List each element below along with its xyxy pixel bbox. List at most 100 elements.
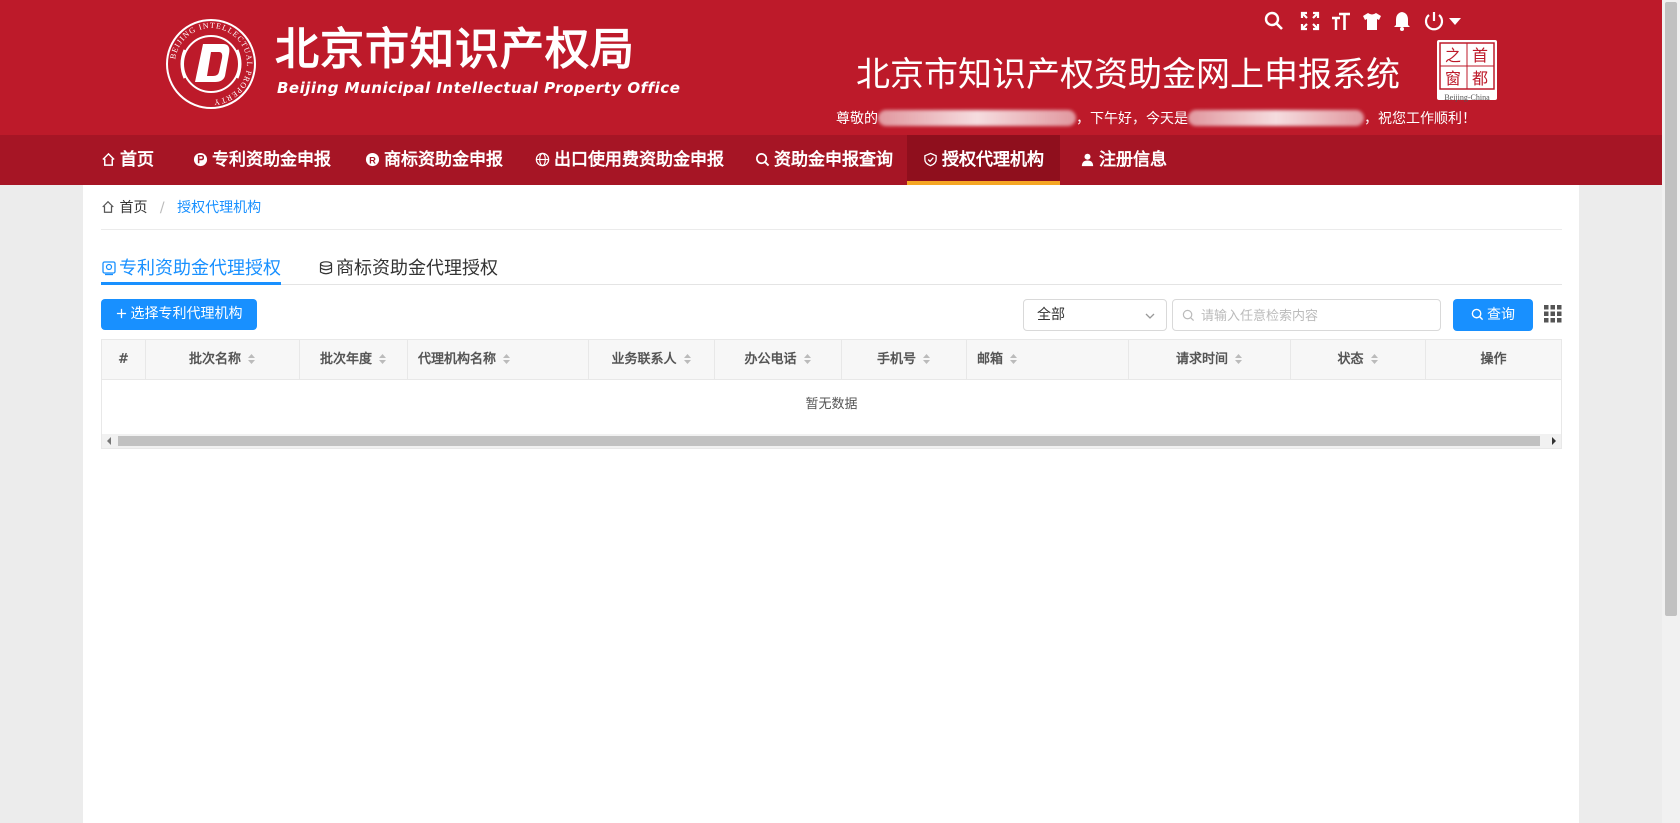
- plus-icon: [116, 308, 126, 319]
- svg-text:之: 之: [1445, 46, 1461, 65]
- col-batch-year[interactable]: 批次年度: [300, 340, 408, 379]
- nav-item-home[interactable]: 首页: [101, 135, 154, 185]
- tabs-divider: [101, 284, 1562, 285]
- chevron-down-icon: [1145, 313, 1155, 319]
- patent-icon: [193, 152, 208, 167]
- sort-icon: [1370, 354, 1378, 364]
- greeting-suffix: ，祝您工作顺利！: [1364, 111, 1476, 127]
- sort-icon: [803, 354, 811, 364]
- search-icon[interactable]: [1263, 10, 1285, 32]
- col-office-phone[interactable]: 办公电话: [715, 340, 842, 379]
- svg-text:首: 首: [1472, 46, 1488, 65]
- query-button[interactable]: 查询: [1453, 299, 1533, 331]
- redacted-date: [1188, 110, 1364, 126]
- search-icon: [1471, 308, 1484, 321]
- breadcrumb-separator: /: [159, 200, 165, 216]
- sort-icon: [1010, 354, 1018, 364]
- query-button-label: 查询: [1487, 307, 1515, 323]
- sort-icon: [1235, 354, 1242, 364]
- nav-item-query[interactable]: 资助金申报查询: [755, 135, 893, 185]
- scroll-left-icon[interactable]: [105, 437, 113, 445]
- home-icon: [102, 152, 115, 166]
- sort-icon: [683, 354, 691, 364]
- trademark-icon: R: [365, 152, 380, 167]
- breadcrumb-current: 授权代理机构: [177, 200, 262, 216]
- svg-text:都: 都: [1472, 69, 1488, 88]
- patent-doc-icon: [102, 261, 116, 276]
- nav-item-registration[interactable]: 注册信息: [1080, 135, 1167, 185]
- col-status[interactable]: 状态: [1291, 340, 1426, 379]
- col-email[interactable]: 邮箱: [967, 340, 1129, 379]
- greeting-middle: ，下午好，今天是: [1076, 111, 1188, 127]
- col-mobile[interactable]: 手机号: [842, 340, 967, 379]
- nav-item-label: 商标资助金申报: [384, 150, 503, 170]
- breadcrumb-home[interactable]: 首页: [119, 200, 147, 216]
- capital-window-en: Beijing-China: [1444, 93, 1490, 102]
- col-business-contact[interactable]: 业务联系人: [589, 340, 715, 379]
- nav-item-label: 注册信息: [1099, 150, 1167, 170]
- tab-patent-agency-authorization[interactable]: 专利资助金代理授权: [101, 254, 281, 280]
- nav-item-label: 专利资助金申报: [212, 150, 331, 170]
- user-icon: [1081, 153, 1094, 167]
- home-icon: [102, 200, 114, 213]
- breadcrumb-divider: [101, 229, 1562, 230]
- tab-label: 专利资助金代理授权: [119, 258, 281, 279]
- theme-shirt-icon[interactable]: [1361, 10, 1383, 32]
- col-request-time[interactable]: 请求时间: [1129, 340, 1291, 379]
- greeting-prefix: 尊敬的: [836, 111, 878, 127]
- capital-window-logo: 首 都 之 窗: [1439, 42, 1495, 90]
- sort-icon: [379, 354, 386, 364]
- search-box: [1172, 299, 1441, 332]
- status-filter-select[interactable]: 全部: [1023, 299, 1167, 331]
- search-input[interactable]: [1199, 300, 1439, 332]
- nav-item-label: 授权代理机构: [942, 150, 1044, 170]
- scroll-right-icon[interactable]: [1550, 437, 1558, 445]
- col-index: #: [102, 340, 146, 379]
- header: BEIJING INTELLECTUAL PROPERTY 北京市知识产权局 B…: [0, 0, 1662, 135]
- font-size-icon[interactable]: [1330, 10, 1352, 32]
- search-icon: [756, 153, 770, 167]
- fullscreen-icon[interactable]: [1299, 10, 1321, 32]
- redacted-user-name: [878, 110, 1076, 126]
- col-agency-name[interactable]: 代理机构名称: [408, 340, 589, 379]
- tab-trademark-agency-authorization[interactable]: 商标资助金代理授权: [318, 254, 498, 280]
- capital-window-badge: 首 都 之 窗 Beijing-China: [1437, 40, 1497, 102]
- col-batch-name[interactable]: 批次名称: [146, 340, 300, 379]
- select-patent-agency-button[interactable]: 选择专利代理机构: [101, 299, 257, 330]
- svg-text:窗: 窗: [1445, 69, 1461, 88]
- nav-item-label: 资助金申报查询: [774, 150, 893, 170]
- grid-view-icon[interactable]: [1544, 305, 1562, 323]
- database-icon: [319, 261, 333, 275]
- active-tab-indicator: [101, 282, 281, 285]
- page-vertical-scrollbar[interactable]: [1662, 0, 1680, 823]
- sort-icon: [923, 354, 930, 364]
- search-icon: [1182, 309, 1195, 322]
- logo-title-cn: 北京市知识产权局: [275, 24, 635, 75]
- main-nav: 首页 专利资助金申报 R 商标资助金申报 出口使用费资助金申报 资助金申报查询 授…: [0, 135, 1662, 185]
- logo-title-en: Beijing Municipal Intellectual Property …: [277, 79, 681, 97]
- nav-item-authorized-agency[interactable]: 授权代理机构: [907, 135, 1060, 185]
- power-icon[interactable]: [1423, 10, 1465, 32]
- breadcrumb: 首页 / 授权代理机构: [101, 197, 261, 217]
- bell-icon[interactable]: [1391, 10, 1413, 32]
- chevron-down-icon: [1449, 18, 1461, 25]
- ip-office-seal-logo: BEIJING INTELLECTUAL PROPERTY: [166, 19, 256, 109]
- sort-icon: [503, 354, 511, 364]
- nav-item-label: 出口使用费资助金申报: [554, 150, 724, 170]
- sort-icon: [248, 354, 255, 364]
- table-scroll-thumb[interactable]: [118, 436, 1540, 446]
- system-title: 北京市知识产权资助金网上申报系统: [856, 55, 1400, 95]
- col-actions: 操作: [1480, 352, 1507, 367]
- nav-item-export-royalty[interactable]: 出口使用费资助金申报: [535, 135, 724, 185]
- content-panel: [83, 185, 1579, 823]
- tab-label: 商标资助金代理授权: [336, 258, 498, 279]
- select-patent-agency-label: 选择专利代理机构: [130, 306, 243, 322]
- svg-text:R: R: [369, 155, 376, 165]
- nav-item-trademark[interactable]: R 商标资助金申报: [365, 135, 503, 185]
- status-filter-value: 全部: [1037, 307, 1065, 323]
- shield-icon: [924, 152, 937, 167]
- nav-item-label: 首页: [120, 150, 154, 170]
- page-scroll-thumb[interactable]: [1665, 2, 1677, 616]
- table-horizontal-scrollbar[interactable]: [102, 434, 1561, 448]
- nav-item-patent[interactable]: 专利资助金申报: [193, 135, 331, 185]
